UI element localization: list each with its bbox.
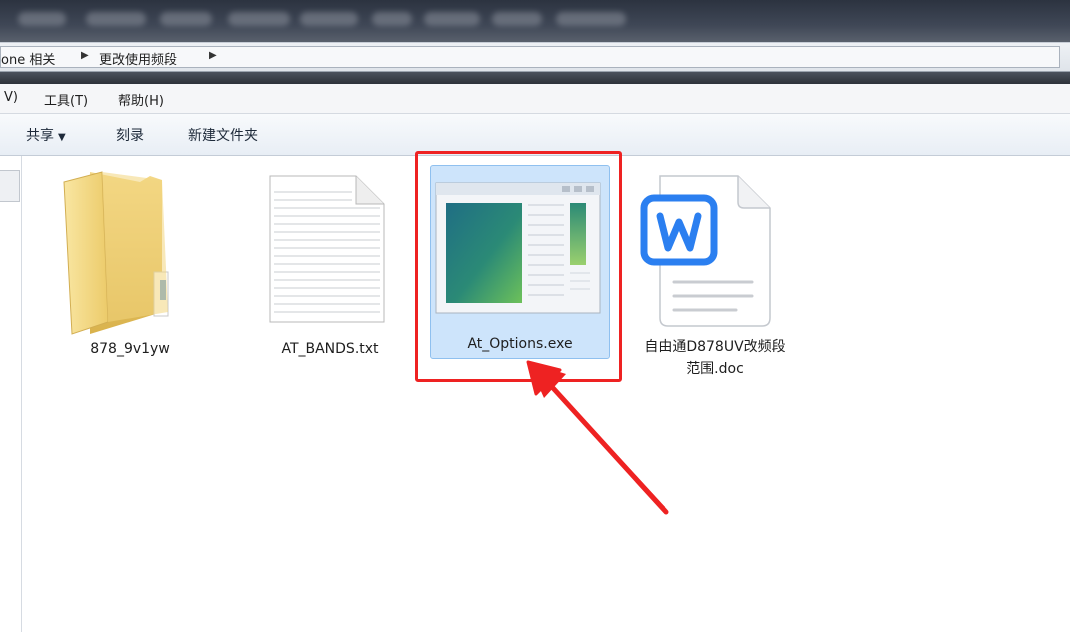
annotation-arrow-icon [526,360,669,515]
